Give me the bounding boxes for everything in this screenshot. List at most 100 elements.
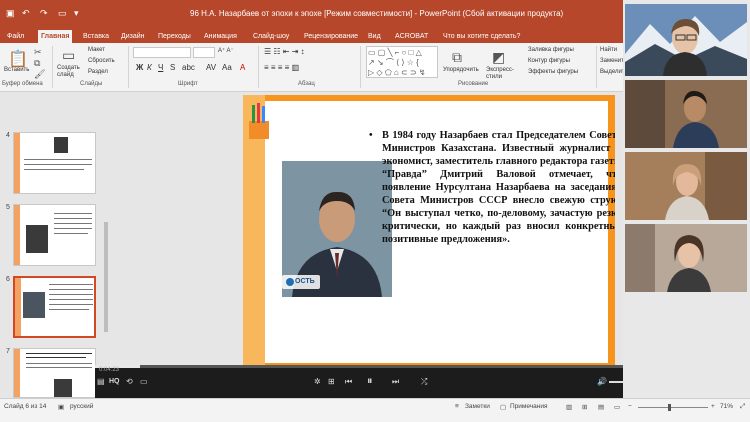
participant-tile-2[interactable] xyxy=(625,80,747,148)
copy-icon[interactable]: ⧉ xyxy=(34,58,40,69)
ribbon-separator xyxy=(128,46,129,88)
pause-icon[interactable]: ⏸ xyxy=(367,375,373,388)
redo-icon[interactable]: ↷ xyxy=(40,8,48,19)
paste-icon[interactable]: 📋 xyxy=(8,49,28,69)
slide-sorter-icon[interactable]: ⊞ xyxy=(582,403,587,411)
find-button[interactable]: Найти xyxy=(600,47,617,53)
tab-slideshow[interactable]: Слайд-шоу xyxy=(250,30,292,43)
zoom-in-icon[interactable]: + xyxy=(711,403,715,410)
thumbnail-stripe xyxy=(14,205,20,265)
slide-thumbnail-6[interactable] xyxy=(13,276,96,338)
font-color-icon[interactable]: A xyxy=(240,63,245,72)
align-icon[interactable]: ≡ ≡ ≡ ≡ ▥ xyxy=(264,63,299,72)
thumbnail-stripe xyxy=(14,133,20,193)
new-slide-icon[interactable]: ▭ xyxy=(62,47,75,64)
shape-effects-button[interactable]: Эффекты фигуры xyxy=(528,69,578,75)
bullets-icon[interactable]: ☰ ☷ ⇤ ⇥ ↕ xyxy=(264,47,305,56)
spellcheck-icon[interactable]: ▣ xyxy=(58,403,64,411)
fit-slide-icon[interactable]: ⤢ xyxy=(740,403,745,411)
font-size-box[interactable] xyxy=(193,47,215,58)
section-button[interactable]: Раздел xyxy=(88,69,108,75)
shape-outline-button[interactable]: Контур фигуры xyxy=(528,58,570,64)
quality-button[interactable]: HQ xyxy=(109,378,120,385)
participant-tile-3[interactable] xyxy=(625,152,747,220)
thumbnail-text-line xyxy=(54,233,88,234)
start-slideshow-icon[interactable]: ▭ xyxy=(58,8,67,19)
frame-icon[interactable]: ⊞ xyxy=(328,377,335,386)
previous-icon[interactable]: ⏮ xyxy=(345,377,352,387)
slide-paragraph: В 1984 году Назарбаев стал Председателем… xyxy=(382,130,615,245)
tab-design[interactable]: Дизайн xyxy=(118,30,148,43)
font-name-box[interactable] xyxy=(133,47,191,58)
cut-icon[interactable]: ✂ xyxy=(34,47,42,58)
tab-home[interactable]: Главная xyxy=(38,30,73,43)
shape-fill-button[interactable]: Заливка фигуры xyxy=(528,47,574,53)
shapes-gallery[interactable]: ▭ ▢ ╲ ⌐ ○ □ △ ↗ ↘ ⌒ ⟨ ⟩ ☆ {▷ ◇ ⬠ ⌂ ⊂ ⊃ ↯ xyxy=(366,46,438,78)
zoom-level[interactable]: 71% xyxy=(720,403,733,410)
change-case-icon[interactable]: Aa xyxy=(222,63,232,72)
tab-animations[interactable]: Анимация xyxy=(201,30,240,43)
reset-button[interactable]: Сбросить xyxy=(88,58,115,64)
group-font-label: Шрифт xyxy=(178,81,198,87)
italic-icon[interactable]: К xyxy=(147,63,152,72)
language-indicator[interactable]: русский xyxy=(70,403,93,410)
playlist-icon[interactable]: ▤ xyxy=(97,377,105,386)
video-progress-bar[interactable] xyxy=(95,365,655,368)
save-icon[interactable]: ▣ xyxy=(6,8,15,19)
arrange-button[interactable]: Упорядочить xyxy=(443,67,479,73)
repeat-icon[interactable]: ⟲ xyxy=(126,377,133,386)
tab-file[interactable]: Файл xyxy=(4,30,27,43)
subtitles-icon[interactable]: ▭ xyxy=(140,377,148,386)
slideshow-view-icon[interactable]: ▭ xyxy=(614,403,620,411)
bold-icon[interactable]: Ж xyxy=(136,63,143,72)
grow-font-icon[interactable]: A⁺ A⁻ xyxy=(218,47,234,54)
char-spacing-icon[interactable]: AV xyxy=(206,63,216,72)
strikethrough-icon[interactable]: abc xyxy=(182,63,195,72)
participant-tile-1[interactable] xyxy=(625,4,747,76)
slide-thumbnail-5[interactable] xyxy=(13,204,96,266)
zoom-slider-thumb[interactable] xyxy=(668,404,671,411)
tell-me-box[interactable]: Что вы хотите сделать? xyxy=(440,30,523,43)
slide-body-text[interactable]: • В 1984 году Назарбаев стал Председател… xyxy=(369,129,615,246)
video-player-controls: 0:04:23 ▤ HQ ⟲ ▭ ✲ ⊞ ⏮ ⏸ ⏭ ⤮ 🔊 ⤢ xyxy=(95,365,655,398)
customize-qat-icon[interactable]: ▾ xyxy=(74,8,79,19)
zoom-slider[interactable] xyxy=(638,407,708,408)
shuffle-icon[interactable]: ⤮ xyxy=(421,377,427,387)
settings-icon[interactable]: ✲ xyxy=(314,377,321,386)
tab-acrobat[interactable]: ACROBAT xyxy=(392,30,431,43)
notes-icon: ≡ xyxy=(455,403,459,410)
quick-styles-icon[interactable]: ◩ xyxy=(492,49,505,66)
paste-button-label[interactable]: Вставить xyxy=(4,67,29,73)
thumbnail-text-line xyxy=(26,363,92,364)
thumbnail-photo xyxy=(54,379,72,397)
normal-view-icon[interactable]: ▥ xyxy=(566,403,572,411)
slide-thumbnail-7[interactable] xyxy=(13,348,96,398)
next-icon[interactable]: ⏭ xyxy=(392,377,399,387)
tab-insert[interactable]: Вставка xyxy=(80,30,112,43)
slide-thumbnail-4[interactable] xyxy=(13,132,96,194)
thumbnails-scrollbar[interactable] xyxy=(104,222,108,332)
notes-button[interactable]: Заметки xyxy=(465,403,490,410)
new-slide-button[interactable]: Создать слайд xyxy=(57,65,83,79)
ribbon-separator xyxy=(596,46,597,88)
portrait-photo[interactable]: ОСТЬ xyxy=(282,161,392,297)
comments-button[interactable]: Примечания xyxy=(510,403,548,410)
pencil-cup-icon xyxy=(249,103,269,139)
reading-view-icon[interactable]: ▤ xyxy=(598,403,604,411)
format-painter-icon[interactable]: 🖌 xyxy=(34,69,45,80)
tab-transitions[interactable]: Переходы xyxy=(155,30,194,43)
zoom-out-icon[interactable]: − xyxy=(628,403,632,410)
tab-review[interactable]: Рецензирование xyxy=(301,30,361,43)
thumbnail-number: 6 xyxy=(6,276,10,283)
participant-tile-4[interactable] xyxy=(625,224,747,292)
video-time: 0:04:23 xyxy=(99,367,120,373)
slide-canvas[interactable]: ОСТЬ • В 1984 году Назарбаев стал Предсе… xyxy=(243,95,615,365)
layout-button[interactable]: Макет xyxy=(88,47,105,53)
tab-view[interactable]: Вид xyxy=(365,30,384,43)
underline-icon[interactable]: Ч xyxy=(158,63,163,72)
undo-icon[interactable]: ↶ xyxy=(22,8,30,19)
arrange-icon[interactable]: ⧉ xyxy=(452,49,462,66)
volume-icon[interactable]: 🔊 xyxy=(597,377,607,386)
quick-styles-button[interactable]: Экспресс-стили xyxy=(486,67,520,81)
shadow-icon[interactable]: S xyxy=(170,63,175,72)
